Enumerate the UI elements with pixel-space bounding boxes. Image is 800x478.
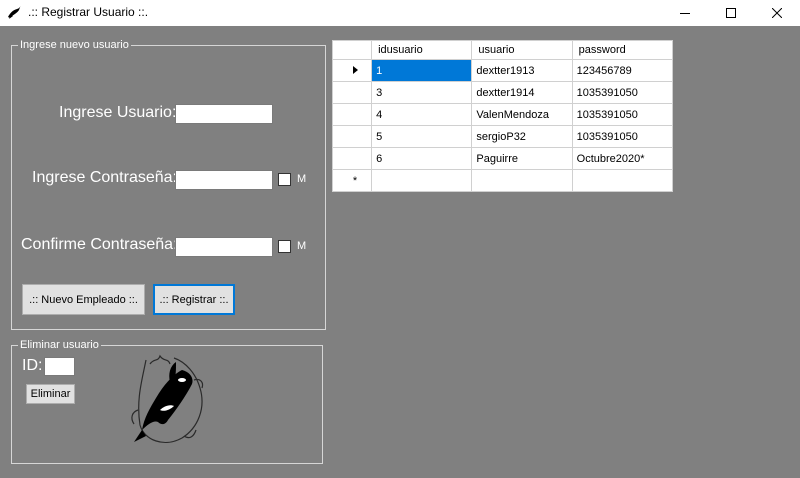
maximize-button[interactable]	[708, 0, 754, 26]
orca-icon	[8, 6, 21, 19]
table-row[interactable]: 4 ValenMendoza 1035391050	[331, 103, 674, 126]
show-confirm-checkbox[interactable]	[278, 240, 291, 253]
new-employee-button[interactable]: .:: Nuevo Empleado ::.	[22, 284, 145, 315]
minimize-button[interactable]	[662, 0, 708, 26]
current-row-arrow-icon	[352, 65, 358, 74]
show-password-checkbox[interactable]	[278, 173, 291, 186]
table-cell[interactable]	[471, 169, 573, 192]
id-input[interactable]	[44, 357, 75, 376]
show-confirm-label: M	[297, 240, 307, 252]
row-header-current[interactable]	[331, 59, 373, 82]
table-cell[interactable]: 1035391050	[571, 103, 674, 126]
table-cell[interactable]: ValenMendoza	[471, 103, 573, 126]
delete-user-legend: Eliminar usuario	[18, 338, 101, 352]
table-cell[interactable]: 5	[371, 125, 473, 148]
row-header[interactable]	[331, 81, 373, 104]
new-table-row[interactable]: *	[331, 169, 674, 192]
table-row[interactable]: 3 dextter1914 1035391050	[331, 81, 674, 104]
table-cell[interactable]: dextter1913	[471, 59, 573, 82]
grid-header-row: idusuario usuario password	[331, 40, 674, 60]
table-cell[interactable]: Octubre2020*	[571, 147, 674, 170]
users-grid[interactable]: idusuario usuario password 1 dextter1913…	[331, 40, 674, 192]
show-password-label: M	[297, 173, 307, 185]
table-cell[interactable]	[571, 169, 674, 192]
table-row[interactable]: 1 dextter1913 123456789	[331, 59, 674, 82]
table-row[interactable]: 6 Paguirre Octubre2020*	[331, 147, 674, 170]
minimize-icon	[680, 13, 690, 14]
table-cell[interactable]: 6	[371, 147, 473, 170]
delete-button[interactable]: Eliminar	[26, 384, 75, 404]
table-cell[interactable]: 4	[371, 103, 473, 126]
close-button[interactable]	[754, 0, 800, 26]
table-cell[interactable]: 123456789	[571, 59, 674, 82]
id-label: ID:	[22, 357, 43, 374]
table-cell[interactable]: 1035391050	[571, 125, 674, 148]
table-cell[interactable]: Paguirre	[471, 147, 573, 170]
table-cell[interactable]: 1	[371, 59, 473, 82]
password-label: Ingrese Contraseña:	[32, 169, 177, 186]
table-cell[interactable]: dextter1914	[471, 81, 573, 104]
table-cell[interactable]: 1035391050	[571, 81, 674, 104]
row-header[interactable]	[331, 125, 373, 148]
column-header-idusuario[interactable]: idusuario	[371, 40, 473, 60]
new-user-legend: Ingrese nuevo usuario	[18, 38, 131, 52]
table-cell[interactable]: 3	[371, 81, 473, 104]
row-header[interactable]	[331, 147, 373, 170]
column-header-usuario[interactable]: usuario	[471, 40, 573, 60]
grid-corner-header[interactable]	[331, 40, 373, 60]
title-bar: .:: Registrar Usuario ::.	[0, 0, 800, 26]
password-input[interactable]	[175, 170, 273, 190]
column-header-password[interactable]: password	[571, 40, 674, 60]
user-label: Ingrese Usuario:	[59, 104, 177, 121]
row-header[interactable]	[331, 103, 373, 126]
register-button[interactable]: .:: Registrar ::.	[153, 284, 235, 315]
orca-logo	[131, 354, 204, 443]
row-header-new[interactable]: *	[331, 169, 373, 192]
maximize-icon	[726, 8, 736, 18]
table-cell[interactable]	[371, 169, 473, 192]
user-input[interactable]	[175, 104, 273, 124]
window-title: .:: Registrar Usuario ::.	[28, 5, 149, 19]
confirm-password-input[interactable]	[175, 237, 273, 257]
table-row[interactable]: 5 sergioP32 1035391050	[331, 125, 674, 148]
close-icon	[772, 8, 782, 18]
table-cell[interactable]: sergioP32	[471, 125, 573, 148]
confirm-label: Confirme Contraseña:	[21, 236, 178, 253]
new-row-marker: *	[352, 174, 358, 187]
